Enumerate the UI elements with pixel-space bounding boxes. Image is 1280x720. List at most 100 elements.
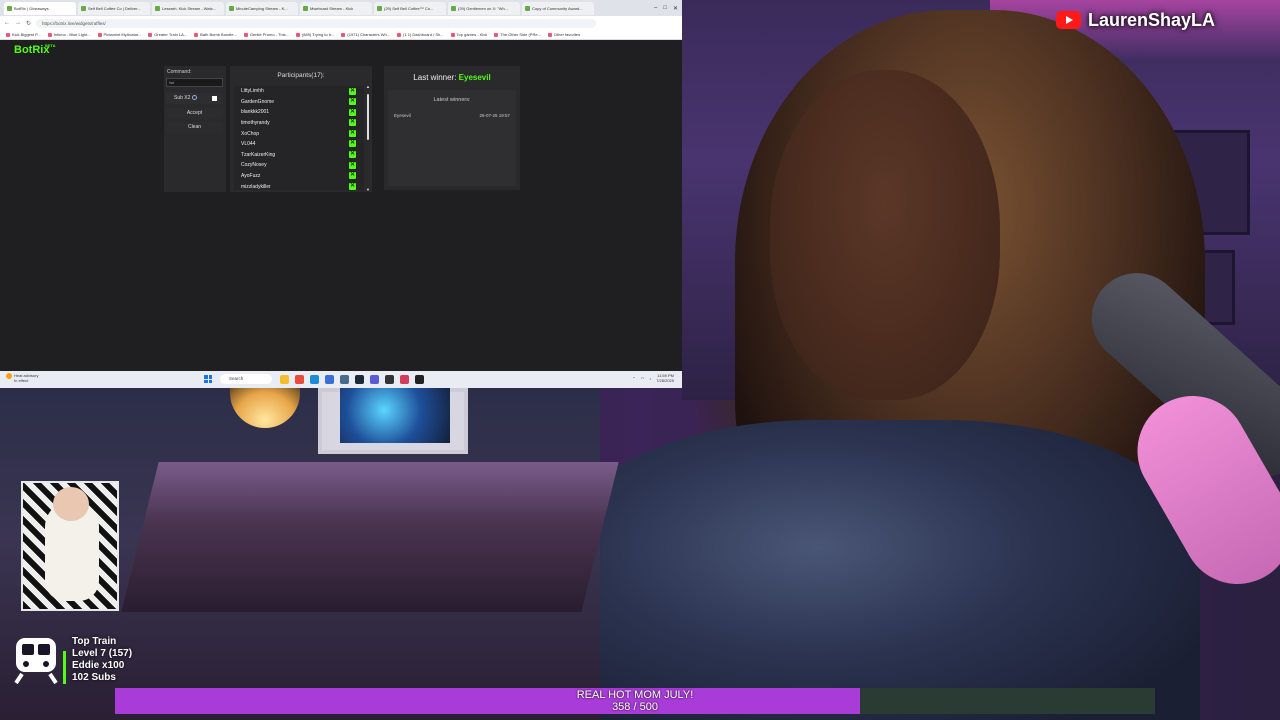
channel-tag: LaurenShayLA xyxy=(1056,8,1215,32)
bookmark[interactable]: Pintamint MyAvatar... xyxy=(97,32,141,37)
top-train-widget: Top Train Level 7 (157) Eddie x100 102 S… xyxy=(72,636,132,684)
bookmark-label: (1971) Characters Wh... xyxy=(347,32,391,37)
train-leader: Eddie x100 xyxy=(72,660,125,671)
remove-participant-icon[interactable]: ✕ xyxy=(349,87,356,95)
bookmark-label: Infomo - Blue Light... xyxy=(53,32,91,37)
bookmark-label: Gentle Promo - This... xyxy=(249,32,289,37)
bookmark-icon xyxy=(397,32,402,37)
browser-tab[interactable]: BotRix | Giveaways xyxy=(4,1,76,15)
minimize-icon[interactable]: – xyxy=(654,5,657,12)
weather-line2: In effect xyxy=(14,378,29,383)
clock[interactable]: 11:59 PM 7/28/2025 xyxy=(656,373,674,383)
remove-participant-icon[interactable]: ✕ xyxy=(349,119,356,127)
browser-tab[interactable]: Copy of Community Award... xyxy=(522,1,594,15)
train-icon xyxy=(14,638,58,684)
bookmark[interactable]: Greater Train LA... xyxy=(148,32,187,37)
browser-tab[interactable]: MinuteCamping Stream - K... xyxy=(226,1,298,15)
reload-icon[interactable]: ↻ xyxy=(26,20,31,27)
participant-name: blankkk2001 xyxy=(241,109,270,116)
weather-icon xyxy=(6,373,12,379)
app-icon[interactable] xyxy=(340,375,349,384)
store-icon[interactable] xyxy=(325,375,334,384)
bookmark[interactable]: Infomo - Blue Light... xyxy=(47,32,91,37)
bookmark[interactable]: Other favorites xyxy=(547,32,580,37)
browser-tab[interactable]: Lesearh. Kick Stream - Watc... xyxy=(152,1,224,15)
close-icon[interactable]: ✕ xyxy=(673,5,678,12)
bookmark[interactable]: (1 1) Dashboard / Sh... xyxy=(397,32,444,37)
tab-label: (29) Self Bell Coffee™ Co... xyxy=(384,5,434,11)
bookmark[interactable]: Gentle Promo - This... xyxy=(243,32,289,37)
taskbar-search[interactable]: Search xyxy=(220,374,272,384)
sub-x2-checkbox[interactable] xyxy=(212,96,217,101)
remove-participant-icon[interactable]: ✕ xyxy=(349,108,356,116)
browser-tab[interactable]: Self Bell Coffee Co | Deliver... xyxy=(78,1,150,15)
sub-x2-option[interactable]: Sub X2 xyxy=(166,93,223,104)
baby-head xyxy=(53,487,89,521)
sub-x2-label: Sub X2 xyxy=(174,95,191,101)
command-input[interactable]: !sir xyxy=(166,78,223,87)
app-icon[interactable] xyxy=(400,375,409,384)
sub-goal-bar: REAL HOT MOM JULY! 358 / 500 xyxy=(115,688,1155,714)
bookmark[interactable]: Top games - Kick xyxy=(450,32,488,37)
list-item: CozyNosey ✕ xyxy=(234,160,364,171)
bookmark[interactable]: The Other Side (PRe... xyxy=(494,32,541,37)
participant-name: AyoFuzz xyxy=(241,173,261,180)
app-icon[interactable] xyxy=(370,375,379,384)
obs-icon[interactable] xyxy=(385,375,394,384)
bookmark[interactable]: Kick Biggest P... xyxy=(6,32,41,37)
bookmark-label: Greater Train LA... xyxy=(154,32,188,37)
maximize-icon[interactable]: □ xyxy=(663,5,667,12)
tab-favicon-icon xyxy=(155,5,160,11)
tab-favicon-icon xyxy=(7,5,12,11)
steam-icon[interactable] xyxy=(355,375,364,384)
scroll-down-icon[interactable]: ▼ xyxy=(366,187,370,192)
clean-button[interactable]: Clean xyxy=(166,122,223,133)
file-explorer-icon[interactable] xyxy=(280,375,289,384)
windows-start-icon[interactable] xyxy=(204,375,212,383)
volume-icon[interactable]: ♪ xyxy=(649,376,651,381)
browser-tab[interactable]: Mwebcast Stream - Kick xyxy=(300,1,372,15)
bookmark-label: The Other Side (PRe... xyxy=(500,32,541,37)
scroll-up-icon[interactable]: ▲ xyxy=(366,84,370,89)
remove-participant-icon[interactable]: ✕ xyxy=(349,172,356,180)
app-icon[interactable] xyxy=(415,375,424,384)
bookmark-icon xyxy=(6,32,10,37)
edge-icon[interactable] xyxy=(310,375,319,384)
bookmark[interactable]: (1971) Characters Wh... xyxy=(341,32,390,37)
forward-icon[interactable]: → xyxy=(15,20,21,26)
remove-participant-icon[interactable]: ✕ xyxy=(349,151,356,159)
system-tray: ⌃ ◠ ♪ 11:59 PM 7/28/2025 xyxy=(632,373,674,383)
list-item: timothyrandy ✕ xyxy=(234,118,364,129)
scroll-thumb[interactable] xyxy=(367,94,369,140)
bookmark-label: (1 1) Dashboard / Sh... xyxy=(403,32,444,37)
tab-favicon-icon xyxy=(377,5,382,11)
chevron-up-icon[interactable]: ⌃ xyxy=(632,376,635,381)
winner-name: Eyesevil xyxy=(394,113,411,118)
bookmark-icon xyxy=(148,32,153,37)
browser-tab[interactable]: (29) Gentlemen on X: "Wh... xyxy=(448,1,520,15)
remove-participant-icon[interactable]: ✕ xyxy=(349,140,356,148)
participant-name: mizzladykiller xyxy=(241,183,271,190)
back-icon[interactable]: ← xyxy=(4,20,10,26)
remove-participant-icon[interactable]: ✕ xyxy=(349,129,356,137)
weather-widget[interactable]: Heat advisory In effect xyxy=(6,373,38,383)
remove-participant-icon[interactable]: ✕ xyxy=(349,161,356,169)
desktop-capture: BotRix | Giveaways Self Bell Coffee Co |… xyxy=(0,0,682,388)
tab-label: Lesearh. Kick Stream - Watc... xyxy=(162,5,217,11)
bookmark[interactable]: (889) Trying to b... xyxy=(295,32,334,37)
bookmark-label: Top games - Kick xyxy=(456,32,488,37)
participants-scrollbar[interactable]: ▲ ▼ xyxy=(366,84,370,192)
list-item: TzarKaizerKing ✕ xyxy=(234,150,364,161)
bookmark[interactable]: Bath Bomb Bundle... xyxy=(194,32,237,37)
tab-label: Self Bell Coffee Co | Deliver... xyxy=(88,5,141,11)
chrome-icon[interactable] xyxy=(295,375,304,384)
remove-participant-icon[interactable]: ✕ xyxy=(349,182,356,190)
desk xyxy=(121,462,619,612)
tab-label: (29) Gentlemen on X: "Wh... xyxy=(458,5,509,11)
address-bar-row: ← → ↻ https://botrix.live/widgets/raffle… xyxy=(0,16,682,30)
url-field[interactable]: https://botrix.live/widgets/raffles/ xyxy=(36,18,597,28)
browser-tab[interactable]: (29) Self Bell Coffee™ Co... xyxy=(374,1,446,15)
wifi-icon[interactable]: ◠ xyxy=(641,376,645,381)
remove-participant-icon[interactable]: ✕ xyxy=(349,98,356,106)
accept-button[interactable]: Accept xyxy=(166,108,223,119)
